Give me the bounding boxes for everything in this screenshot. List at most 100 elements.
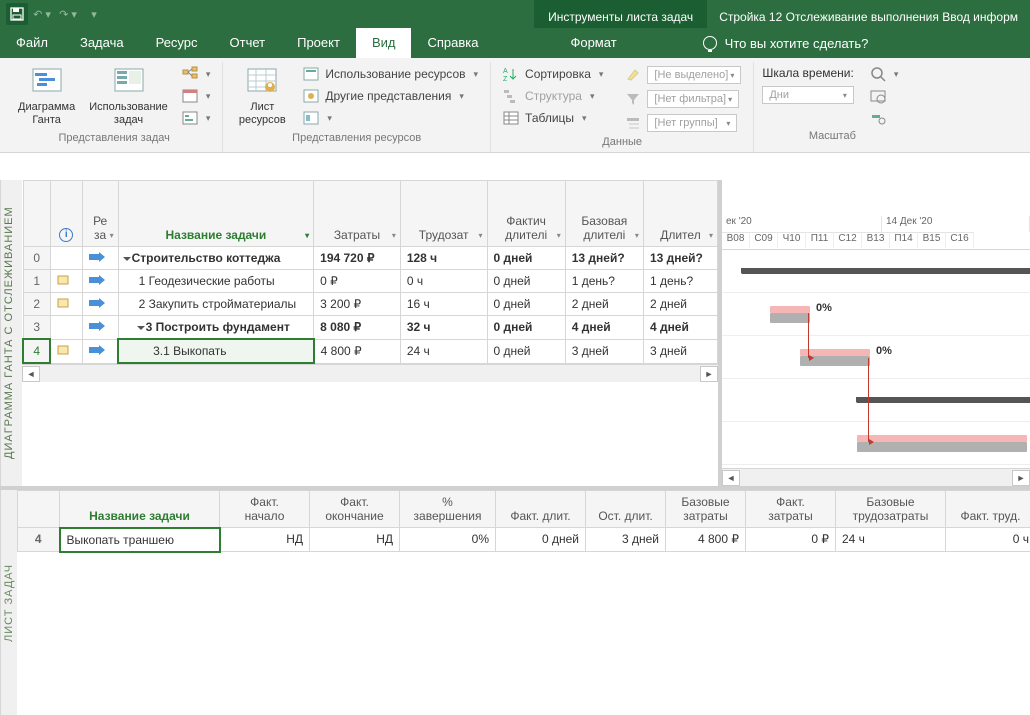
col-name[interactable]: Название задачи▾ — [118, 181, 314, 247]
indicator-cell[interactable] — [50, 316, 82, 340]
cell-work[interactable]: 24 ч — [400, 339, 487, 363]
tab-resource[interactable]: Ресурс — [140, 28, 214, 58]
group-combo[interactable]: [Нет группы]▾ — [647, 114, 737, 132]
gantt-hscroll[interactable]: ◄ ► — [722, 468, 1030, 486]
scroll-right-button[interactable]: ► — [1012, 470, 1030, 486]
cell-name[interactable]: 2 Закупить стройматериалы — [118, 293, 314, 316]
col-info[interactable]: i — [50, 181, 82, 247]
task-sheet-grid[interactable]: Название задачи Факт. начало Факт. оконч… — [17, 490, 1030, 715]
planner-button[interactable]: ▾ — [299, 108, 482, 128]
indicator-cell[interactable] — [50, 270, 82, 293]
cell-name[interactable]: 3 Построить фундамент — [118, 316, 314, 340]
other-resource-views-button[interactable]: Другие представления▾ — [299, 86, 482, 106]
highlight-combo[interactable]: [Не выделено]▾ — [647, 66, 741, 84]
cell-actual-dur[interactable]: 0 дней — [487, 293, 565, 316]
entire-project-button[interactable] — [866, 86, 903, 106]
bcol-name[interactable]: Название задачи — [60, 491, 220, 528]
indicator-cell[interactable] — [50, 339, 82, 363]
cell-name[interactable]: 3.1 Выкопать — [118, 339, 314, 363]
qat-customize[interactable]: ▾ — [82, 3, 106, 25]
cell-base-dur[interactable]: 13 дней? — [565, 247, 643, 270]
cell-actual-finish[interactable]: НД — [310, 528, 400, 552]
redo-button[interactable]: ↷ ▾ — [56, 3, 80, 25]
bcol-actual-work[interactable]: Факт. труд. — [946, 491, 1030, 528]
table-row[interactable]: 0Строительство коттеджа194 720 ₽128 ч0 д… — [23, 247, 718, 270]
save-button[interactable] — [6, 3, 28, 25]
cell-actual-start[interactable]: НД — [220, 528, 310, 552]
row-number[interactable]: 3 — [23, 316, 50, 340]
col-mode[interactable]: Ре за▾ — [82, 181, 118, 247]
col-rownum[interactable] — [23, 181, 50, 247]
bcol-rem-dur[interactable]: Ост. длит. — [586, 491, 666, 528]
mode-cell[interactable] — [82, 293, 118, 316]
tell-me-search[interactable]: Что вы хотите сделать? — [703, 28, 869, 58]
cell-base-work[interactable]: 24 ч — [836, 528, 946, 552]
cell-base-dur[interactable]: 4 дней — [565, 316, 643, 340]
cell-dur[interactable]: 4 дней — [643, 316, 717, 340]
cell-work[interactable]: 16 ч — [400, 293, 487, 316]
cell-actual-dur[interactable]: 0 дней — [487, 270, 565, 293]
cell-base-dur[interactable]: 3 дней — [565, 339, 643, 363]
cell-name[interactable]: 1 Геодезические работы — [118, 270, 314, 293]
tab-format[interactable]: Формат — [554, 28, 632, 58]
cell-cost[interactable]: 3 200 ₽ — [314, 293, 401, 316]
cell-dur[interactable]: 3 дней — [643, 339, 717, 363]
gantt-task-bar[interactable] — [770, 313, 810, 323]
filter-dropdown[interactable]: [Нет фильтра]▾ — [621, 88, 745, 110]
indicator-cell[interactable] — [50, 247, 82, 270]
cell-cost[interactable]: 0 ₽ — [314, 270, 401, 293]
bcol-actual-cost[interactable]: Факт. затраты — [746, 491, 836, 528]
tab-file[interactable]: Файл — [0, 28, 64, 58]
tab-report[interactable]: Отчет — [214, 28, 282, 58]
zoom-button[interactable]: ▾ — [866, 64, 903, 84]
col-actual-dur[interactable]: Фактич длителі▾ — [487, 181, 565, 247]
network-diagram-button[interactable]: ▾ — [178, 64, 215, 84]
row-number[interactable]: 4 — [23, 339, 50, 363]
bcol-base-work[interactable]: Базовые трудозатраты — [836, 491, 946, 528]
gantt-chart-button[interactable]: Диаграмма Ганта — [14, 62, 79, 130]
task-sheet-row[interactable]: 4 Выкопать траншею НД НД 0% 0 дней 3 дне… — [18, 528, 1030, 552]
gantt-body[interactable]: 0% 0% 0% — [722, 250, 1030, 468]
tab-project[interactable]: Проект — [281, 28, 356, 58]
col-dur[interactable]: Длител▾ — [643, 181, 717, 247]
mode-cell[interactable] — [82, 339, 118, 363]
row-number[interactable]: 2 — [23, 293, 50, 316]
cell-dur[interactable]: 13 дней? — [643, 247, 717, 270]
cell-pct[interactable]: 0% — [400, 528, 496, 552]
sort-button[interactable]: AZСортировка▾ — [499, 64, 607, 84]
mode-cell[interactable] — [82, 316, 118, 340]
tab-task[interactable]: Задача — [64, 28, 140, 58]
resource-sheet-button[interactable]: Лист ресурсов — [231, 62, 293, 130]
gantt-summary-bar[interactable] — [742, 268, 1030, 274]
cell-rem-dur[interactable]: 3 дней — [586, 528, 666, 552]
cell-actual-dur[interactable]: 0 дней — [496, 528, 586, 552]
cell-cost[interactable]: 4 800 ₽ — [314, 339, 401, 363]
row-number[interactable]: 1 — [23, 270, 50, 293]
table-row[interactable]: 33 Построить фундамент8 080 ₽32 ч0 дней4… — [23, 316, 718, 340]
filter-combo[interactable]: [Нет фильтра]▾ — [647, 90, 739, 108]
cell-work[interactable]: 128 ч — [400, 247, 487, 270]
tables-button[interactable]: Таблицы▾ — [499, 108, 607, 128]
bcol-actual-dur[interactable]: Факт. длит. — [496, 491, 586, 528]
gantt-timescale[interactable]: ек '20 14 Дек '20 В08С09Ч10П11С12В13П14В… — [722, 180, 1030, 250]
mode-cell[interactable] — [82, 247, 118, 270]
gantt-chart[interactable]: ек '20 14 Дек '20 В08С09Ч10П11С12В13П14В… — [722, 180, 1030, 486]
cell-cost[interactable]: 194 720 ₽ — [314, 247, 401, 270]
bcol-actual-finish[interactable]: Факт. окончание — [310, 491, 400, 528]
cell-cost[interactable]: 8 080 ₽ — [314, 316, 401, 340]
col-cost[interactable]: Затраты▾ — [314, 181, 401, 247]
task-grid[interactable]: i Ре за▾ Название задачи▾ Затраты▾ Трудо… — [22, 180, 722, 486]
mode-cell[interactable] — [82, 270, 118, 293]
tab-help[interactable]: Справка — [411, 28, 494, 58]
cell-actual-dur[interactable]: 0 дней — [487, 247, 565, 270]
grid-hscroll[interactable]: ◄ ► — [22, 364, 718, 382]
cell-dur[interactable]: 2 дней — [643, 293, 717, 316]
cell-name[interactable]: Строительство коттеджа — [118, 247, 314, 270]
scroll-right-button[interactable]: ► — [700, 366, 718, 382]
timescale-combo[interactable]: Дни▾ — [762, 86, 854, 104]
cell-actual-dur[interactable]: 0 дней — [487, 316, 565, 340]
cell-base-cost[interactable]: 4 800 ₽ — [666, 528, 746, 552]
calendar-button[interactable]: ▾ — [178, 86, 215, 106]
bcol-base-cost[interactable]: Базовые затраты — [666, 491, 746, 528]
row-number[interactable]: 4 — [18, 528, 60, 552]
